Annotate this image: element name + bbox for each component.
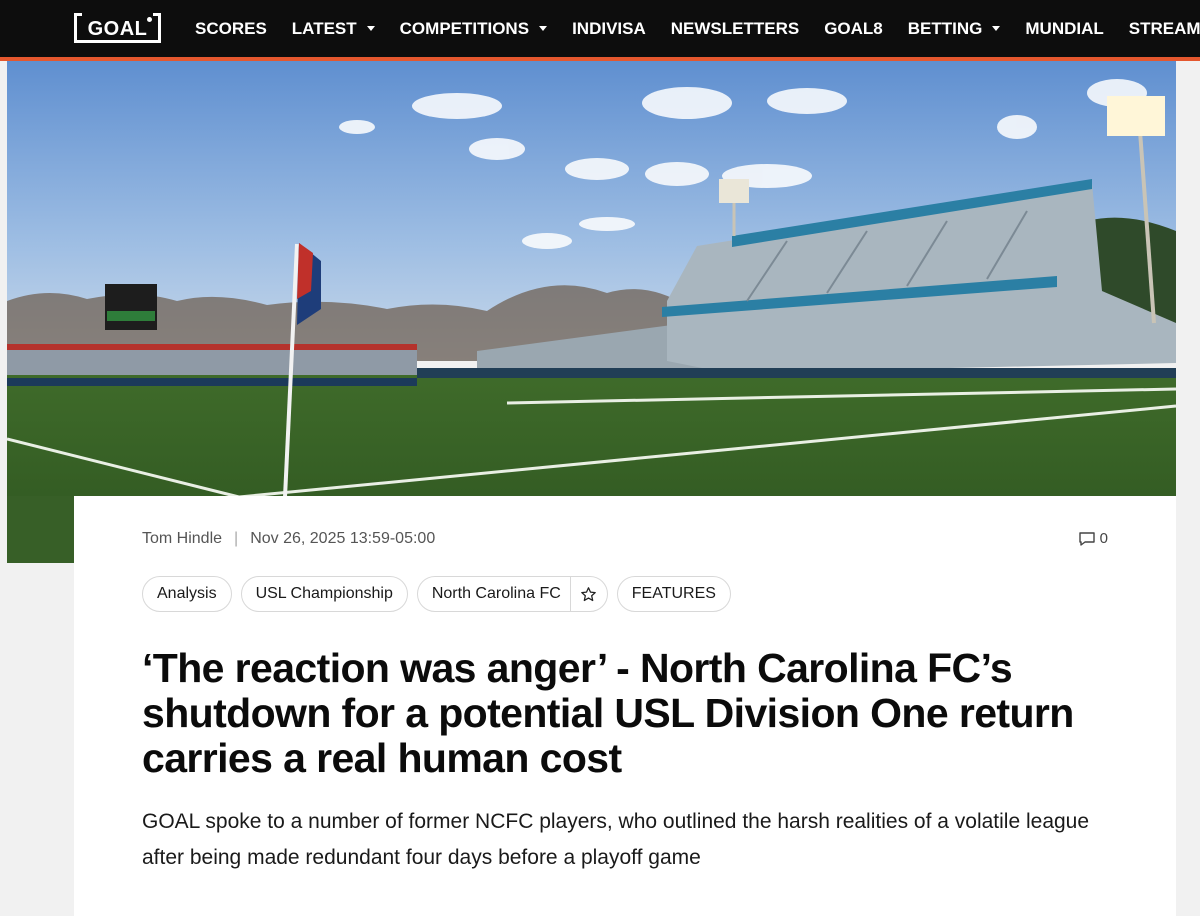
nav-item-stream[interactable]: STREAM bbox=[1129, 19, 1200, 39]
nav-item-mundial[interactable]: MUNDIAL bbox=[1025, 19, 1103, 39]
scoreboard-panel bbox=[107, 311, 155, 321]
publish-timestamp: Nov 26, 2025 13:59-05:00 bbox=[250, 530, 436, 547]
nav-item-newsletters[interactable]: NEWSLETTERS bbox=[671, 19, 799, 39]
nav-label: NEWSLETTERS bbox=[670, 18, 800, 38]
nav-label: STREAM bbox=[1128, 18, 1200, 38]
nav-item-latest[interactable]: LATEST bbox=[292, 19, 375, 39]
favorite-team-button[interactable] bbox=[569, 577, 607, 611]
tag-list: Analysis USL Championship North Carolina… bbox=[142, 576, 740, 612]
article-headline: ‘The reaction was anger’ - North Carolin… bbox=[142, 645, 1074, 781]
author-name[interactable]: Tom Hindle bbox=[142, 530, 222, 548]
logo-notch-right bbox=[153, 13, 161, 16]
comment-icon bbox=[1078, 531, 1095, 546]
left-ad-boards bbox=[7, 378, 417, 386]
article-card: Tom Hindle | Nov 26, 2025 13:59-05:00 0 … bbox=[74, 496, 1176, 916]
goal-logo[interactable]: GOAL bbox=[74, 13, 161, 43]
nav-label: INDIVISA bbox=[572, 18, 646, 38]
logo-dot bbox=[147, 17, 152, 22]
nav-label: LATEST bbox=[291, 18, 357, 38]
nav-label: COMPETITIONS bbox=[399, 18, 530, 38]
top-navigation: GOAL SCORES LATEST COMPETITIONS INDIVISA… bbox=[0, 0, 1200, 57]
chevron-down-icon bbox=[366, 26, 375, 31]
chevron-down-icon bbox=[992, 26, 1001, 31]
nav-label: GOAL8 bbox=[824, 18, 883, 38]
floodlight-2 bbox=[719, 179, 749, 203]
nav-label: SCORES bbox=[195, 18, 267, 38]
tag-label: Analysis bbox=[157, 585, 217, 602]
nav-item-scores[interactable]: SCORES bbox=[195, 19, 267, 39]
comment-count: 0 bbox=[1099, 530, 1108, 547]
tag-analysis[interactable]: Analysis bbox=[142, 576, 232, 612]
nav-item-indivisa[interactable]: INDIVISA bbox=[572, 19, 646, 39]
nav-item-betting[interactable]: BETTING bbox=[908, 19, 1001, 39]
comments-link[interactable]: 0 bbox=[1078, 530, 1108, 547]
meta-divider: | bbox=[234, 530, 239, 547]
chevron-down-icon bbox=[539, 26, 548, 31]
logo-notch-left bbox=[74, 13, 82, 16]
floodlight bbox=[1107, 96, 1165, 136]
article-meta: Tom Hindle | Nov 26, 2025 13:59-05:00 bbox=[142, 530, 435, 548]
nav-item-goal8[interactable]: GOAL8 bbox=[824, 19, 883, 39]
tag-label: USL Championship bbox=[255, 585, 393, 602]
stadium-illustration bbox=[7, 61, 1176, 563]
left-stand-ads bbox=[7, 344, 417, 350]
tag-label: North Carolina FC bbox=[431, 585, 561, 602]
nav-label: BETTING bbox=[907, 18, 983, 38]
nav-label: MUNDIAL bbox=[1025, 18, 1104, 38]
nav-menu: SCORES LATEST COMPETITIONS INDIVISA NEWS… bbox=[195, 0, 1200, 57]
tag-features[interactable]: FEATURES bbox=[616, 576, 731, 612]
nav-item-competitions[interactable]: COMPETITIONS bbox=[399, 18, 548, 39]
pitch-edge bbox=[7, 496, 74, 563]
corner-flag-red bbox=[297, 243, 313, 299]
star-icon bbox=[581, 586, 597, 601]
article-standfirst: GOAL spoke to a number of former NCFC pl… bbox=[142, 810, 1090, 869]
tag-north-carolina-fc[interactable]: North Carolina FC bbox=[416, 576, 608, 612]
scoreboard bbox=[105, 284, 157, 330]
logo-text: GOAL bbox=[87, 18, 148, 40]
hero-image bbox=[7, 61, 1176, 563]
back-ad-wall bbox=[417, 368, 1176, 378]
tag-usl-championship[interactable]: USL Championship bbox=[240, 576, 408, 612]
tag-label: FEATURES bbox=[631, 585, 716, 602]
